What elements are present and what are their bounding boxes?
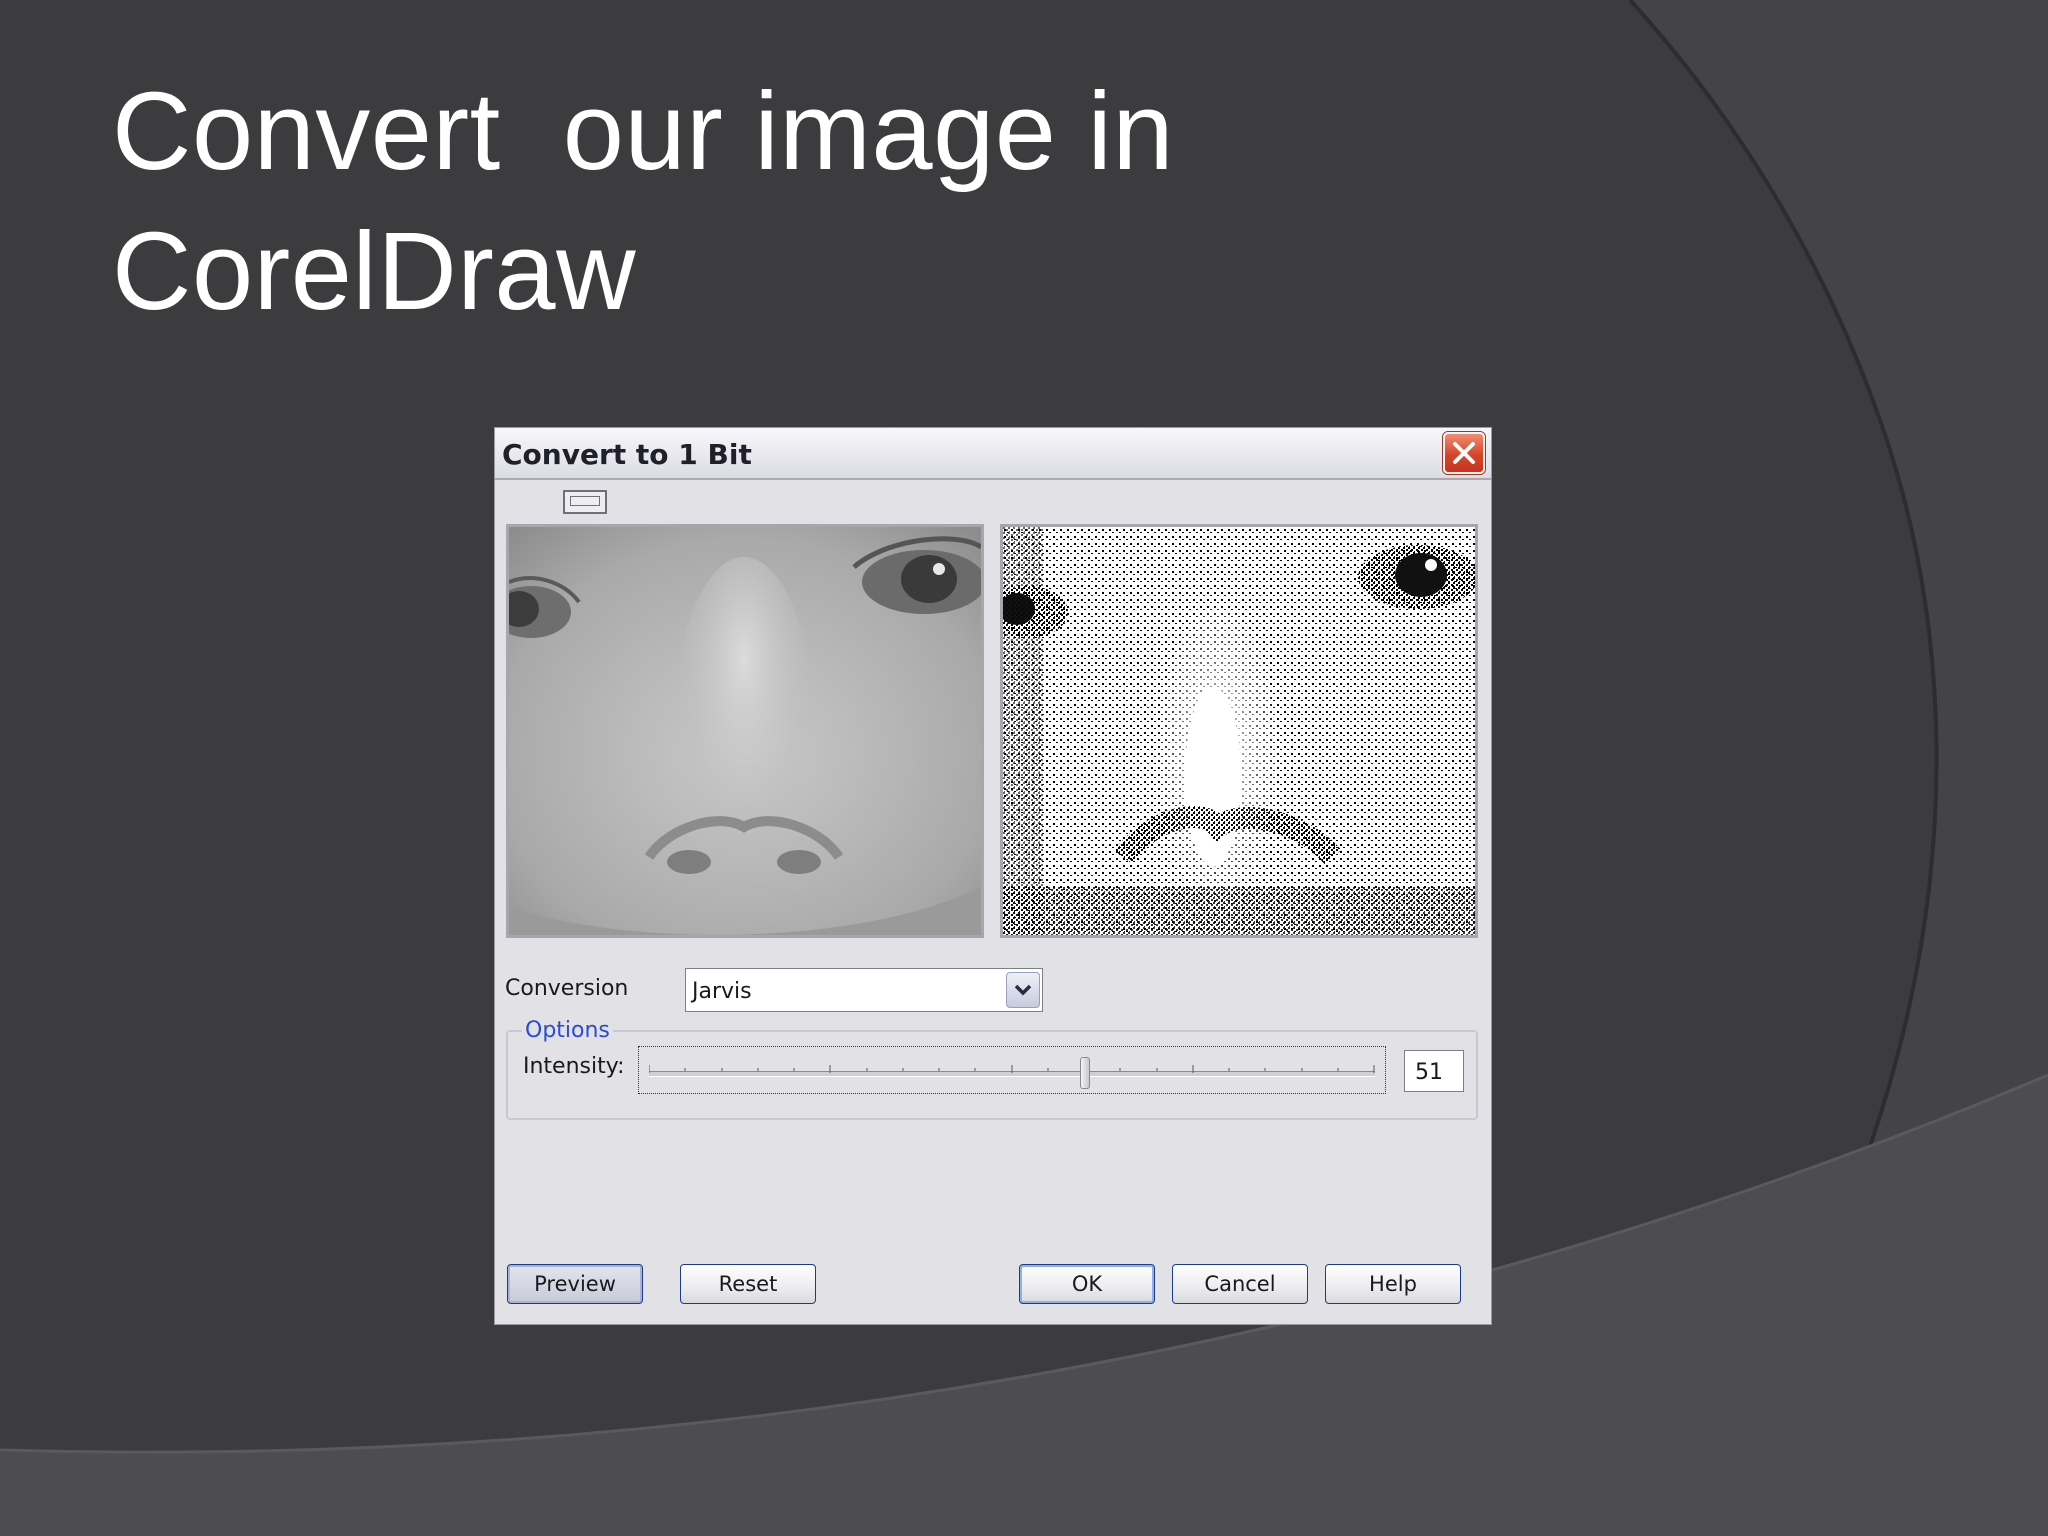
dropdown-button[interactable] [1006,972,1040,1008]
split-view-icon[interactable] [563,490,607,514]
slide-title-line-2: CorelDraw [112,210,637,333]
ok-button[interactable]: OK [1019,1264,1155,1304]
close-button[interactable] [1443,432,1485,474]
options-legend: Options [522,1018,613,1043]
chevron-down-icon [1014,984,1032,996]
slide-title-line-1: Convert our image in [112,70,1175,193]
options-group: Options Intensity: 51 [506,1018,1478,1120]
preview-button[interactable]: Preview [507,1264,643,1304]
help-button[interactable]: Help [1325,1264,1461,1304]
cancel-button[interactable]: Cancel [1172,1264,1308,1304]
intensity-slider[interactable] [638,1046,1386,1094]
conversion-label: Conversion [505,976,629,1001]
conversion-dropdown[interactable]: Jarvis [685,968,1043,1012]
slider-thumb[interactable] [1079,1057,1090,1089]
dialog-title: Convert to 1 Bit [502,438,752,471]
convert-to-1-bit-dialog: Convert to 1 Bit Conversion Jarvis Optio… [494,427,1492,1325]
close-icon [1453,442,1475,464]
dithered-image [1003,527,1475,935]
dialog-titlebar[interactable]: Convert to 1 Bit [495,428,1491,480]
result-preview-pane [1000,524,1478,938]
reset-button[interactable]: Reset [680,1264,816,1304]
slide-title: Convert our image in CorelDraw [112,62,1174,342]
original-preview-pane [506,524,984,938]
intensity-label: Intensity: [523,1054,625,1079]
intensity-value-field[interactable]: 51 [1404,1050,1464,1092]
conversion-selected-value: Jarvis [692,979,752,1004]
slider-ticks [649,1065,1375,1073]
original-image [509,527,981,935]
